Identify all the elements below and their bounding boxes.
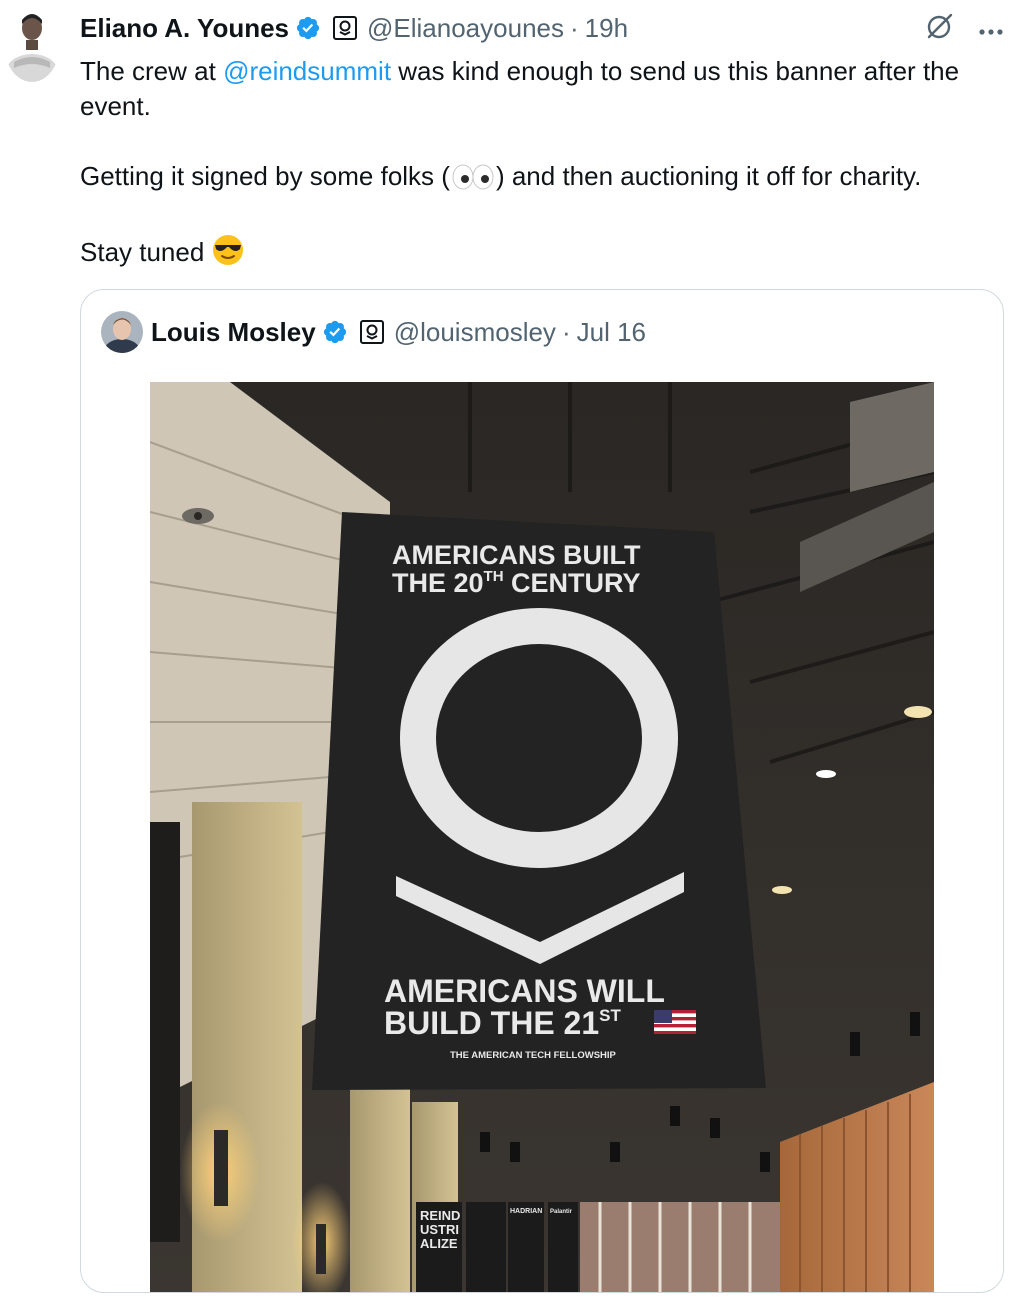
tweet-line-3: Stay tuned [80,234,980,275]
verified-badge-icon[interactable] [322,319,348,345]
author-handle[interactable]: @Elianoayounes [367,13,564,44]
tweet-line-1: The crew at @reindsummit was kind enough… [80,54,980,124]
eyes-emoji [450,164,496,199]
tweet-body: The crew at @reindsummit was kind enough… [80,54,980,275]
sign-text-mid: HADRIAN [510,1208,542,1215]
banner-photo[interactable]: REIND USTRI ALIZE HADRIAN Palantir AMERI… [150,382,934,1292]
quoted-tweet-header: Louis Mosley @louismosley · Jul 16 [101,311,646,353]
banner-tagline: THE AMERICAN TECH FELLOWSHIP [450,1050,617,1061]
tweet-line-2: Getting it signed by some folks ( ) and t… [80,159,980,199]
banner-bottom-line-1: AMERICANS WILL [384,973,665,1009]
quoted-author-avatar[interactable] [101,311,143,353]
banner-top-line-1: AMERICANS BUILT [392,540,641,570]
text-segment: The crew at [80,56,224,86]
quoted-author-name[interactable]: Louis Mosley [151,317,316,348]
separator-dot: · [561,316,571,347]
sunglasses-emoji [212,234,244,275]
sign-text-right: Palantir [550,1209,573,1215]
verified-badge-icon[interactable] [295,15,321,41]
separator-dot: · [569,12,579,43]
mention-link[interactable]: @reindsummit [223,56,391,86]
banner-bottom-line-2: BUILD THE 21ST [384,1005,621,1041]
text-segment: Getting it signed by some folks ( [80,161,450,191]
author-avatar[interactable] [4,6,60,82]
grok-icon[interactable] [924,12,954,42]
us-flag-icon [654,1010,696,1034]
text-segment: ) and then auctioning it off for charity… [495,161,922,191]
palantir-affiliation-icon[interactable] [359,320,384,344]
sign-text-left-3: ALIZE [420,1236,458,1251]
tweet-timestamp[interactable]: 19h [585,13,628,44]
palantir-affiliation-icon[interactable] [333,16,358,40]
sign-text-left-1: REIND [420,1208,460,1223]
author-name[interactable]: Eliano A. Younes [80,13,289,44]
banner-top-line-2: THE 20TH CENTURY [392,568,641,598]
tweet-header: Eliano A. Younes @Elianoayounes · 19h [80,10,628,46]
sign-text-left-2: USTRI [420,1222,459,1237]
text-segment: Stay tuned [80,237,205,267]
quoted-tweet-date[interactable]: Jul 16 [577,317,646,348]
palantir-banner: AMERICANS BUILT THE 20TH CENTURY AMERICA… [312,512,766,1090]
tweet-actions-top [924,12,1004,42]
quoted-tweet-card[interactable]: Louis Mosley @louismosley · Jul 16 REIND… [80,289,1004,1293]
more-options-icon[interactable] [978,14,1004,40]
quoted-author-handle[interactable]: @louismosley [394,317,556,348]
